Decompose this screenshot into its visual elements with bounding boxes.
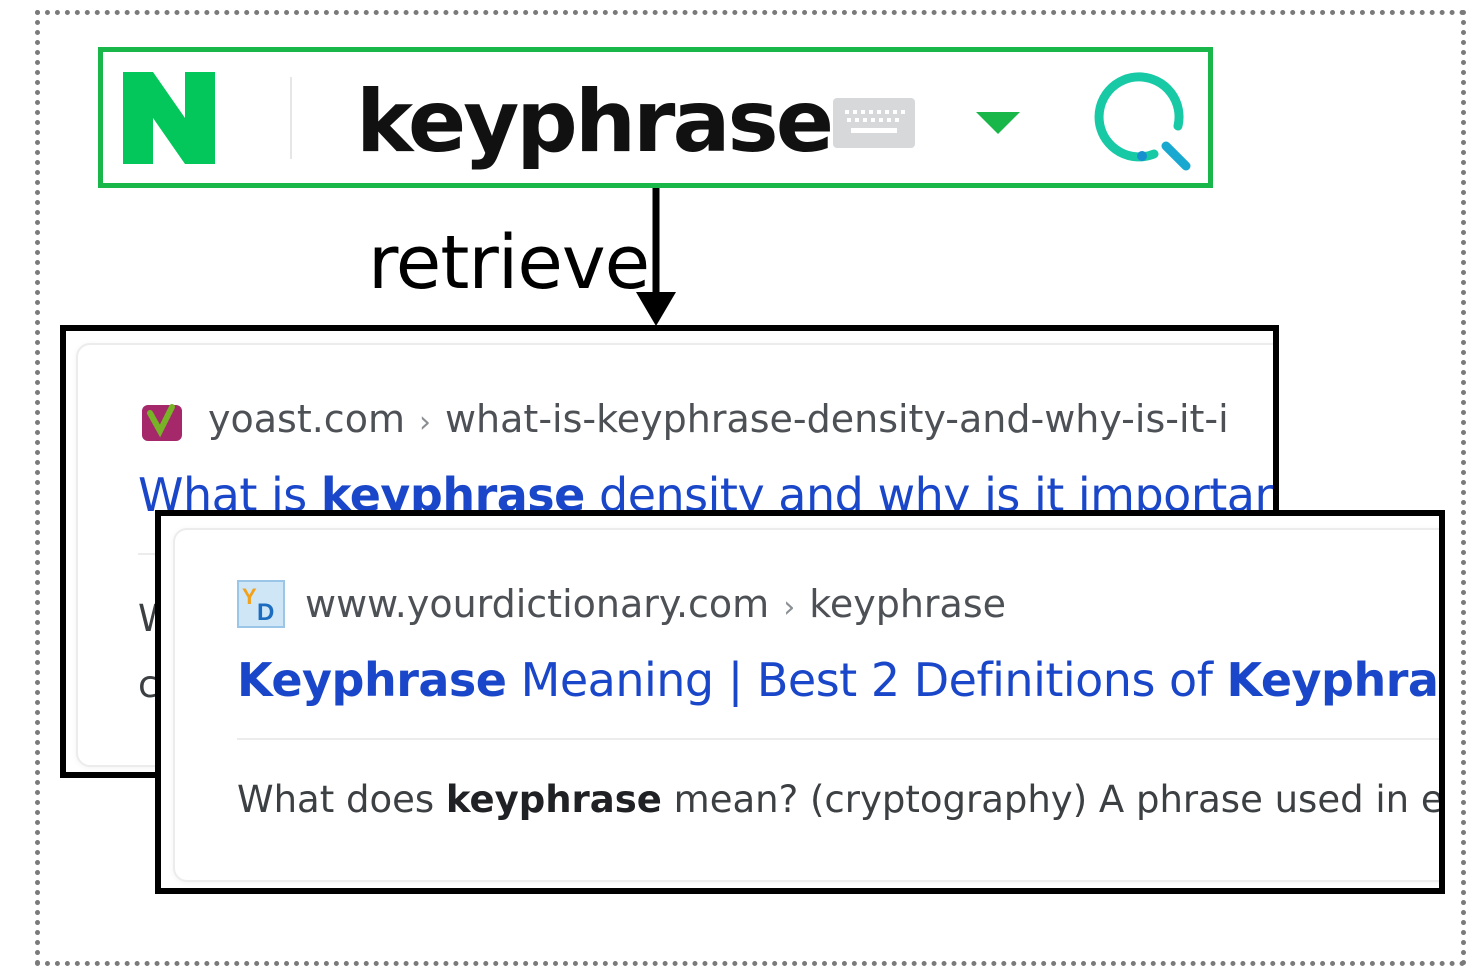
search-lens-icon[interactable] [1090, 70, 1194, 174]
result-divider [237, 738, 1439, 740]
snippet-highlight: keyphrase [445, 778, 662, 821]
naver-logo-icon [123, 72, 215, 164]
yourdictionary-favicon: Y D [237, 580, 285, 628]
svg-text:D: D [257, 599, 274, 626]
result-domain: www.yourdictionary.com [305, 582, 770, 626]
breadcrumb-separator: › [783, 590, 796, 625]
result-path: what-is-keyphrase-density-and-why-is-it-… [444, 397, 1229, 441]
breadcrumb-separator: › [418, 405, 431, 440]
result-snippet: What does keyphrase mean? (cryptography)… [237, 776, 1445, 824]
retrieve-label: retrieve [368, 220, 650, 306]
search-divider [290, 77, 292, 159]
search-query-text[interactable]: keyphrase [356, 67, 834, 177]
keyboard-icon[interactable] [833, 98, 915, 148]
title-highlight: Keyphrase [237, 653, 507, 707]
title-highlight: Keyphrase [1226, 653, 1439, 707]
svg-text:Y: Y [242, 584, 257, 609]
dropdown-caret-icon[interactable] [976, 110, 1020, 136]
search-bar[interactable]: keyphrase [98, 47, 1213, 188]
result-title-link[interactable]: Keyphrase Meaning | Best 2 Definitions o… [237, 650, 1439, 710]
snippet-text: What does [237, 778, 446, 821]
result-path: keyphrase [809, 582, 1006, 626]
search-result-card-2[interactable]: Y D www.yourdictionary.com › keyphrase Key… [155, 510, 1445, 894]
yoast-favicon [142, 404, 182, 441]
result-breadcrumb[interactable]: yoast.com › what-is-keyphrase-density-and-… [208, 395, 1229, 447]
result-breadcrumb[interactable]: www.yourdictionary.com › keyphrase [305, 580, 1006, 632]
snippet-text: mean? (cryptography) A phrase used in en… [661, 778, 1445, 821]
result-domain: yoast.com [208, 397, 405, 441]
result-inner-panel: Y D www.yourdictionary.com › keyphrase Key… [173, 528, 1445, 882]
title-text: Meaning | Best 2 Definitions of [506, 653, 1227, 707]
